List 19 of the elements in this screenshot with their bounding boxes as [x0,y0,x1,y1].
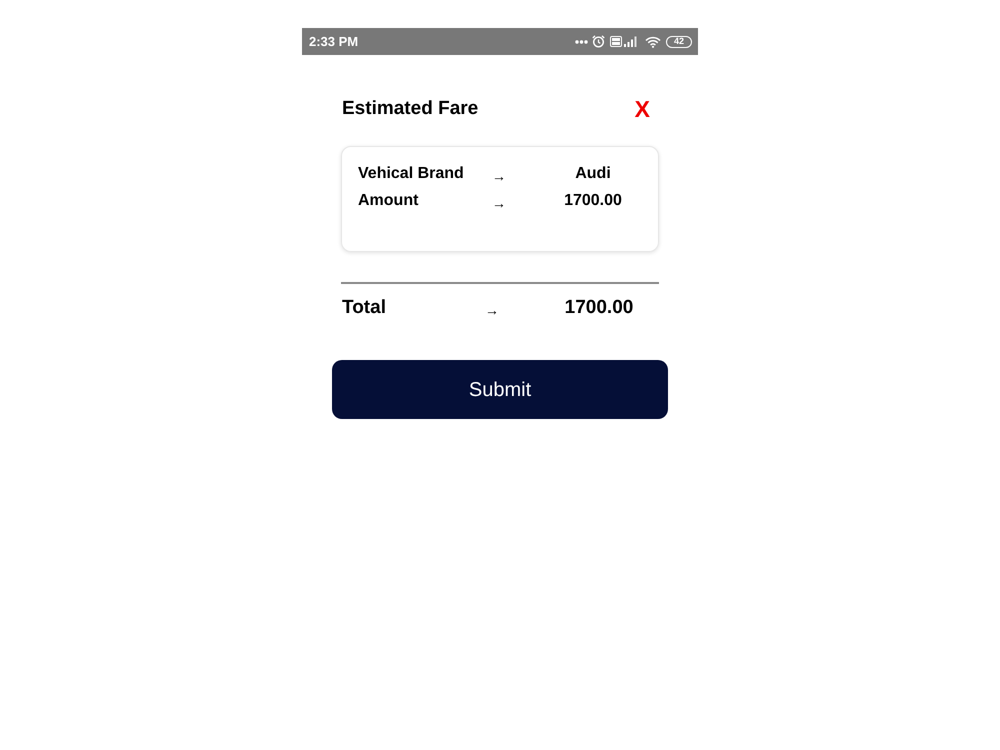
arrow-symbol: → [491,194,507,212]
total-label: Total [342,296,387,320]
dialog-title: Estimated Fare [342,97,478,121]
detail-label: Amount [358,190,420,210]
close-button[interactable]: X [632,97,652,121]
arrow-symbol: → [484,301,500,320]
detail-value: 1700.00 [563,190,623,210]
arrow-symbol: → [491,166,507,186]
wifi-icon [645,36,661,48]
total-value: 1700.00 [564,296,634,320]
alarm-clock-icon [592,35,605,48]
battery-level: 42 [674,37,684,46]
detail-label: Vehical Brand [358,164,465,184]
submit-button[interactable]: Submit [332,360,668,419]
detail-value: Audi [574,164,612,184]
status-time: 2:33 PM [309,35,358,48]
more-dots-icon [575,40,588,44]
volte-icon [610,36,622,47]
signal-icon [624,36,638,47]
